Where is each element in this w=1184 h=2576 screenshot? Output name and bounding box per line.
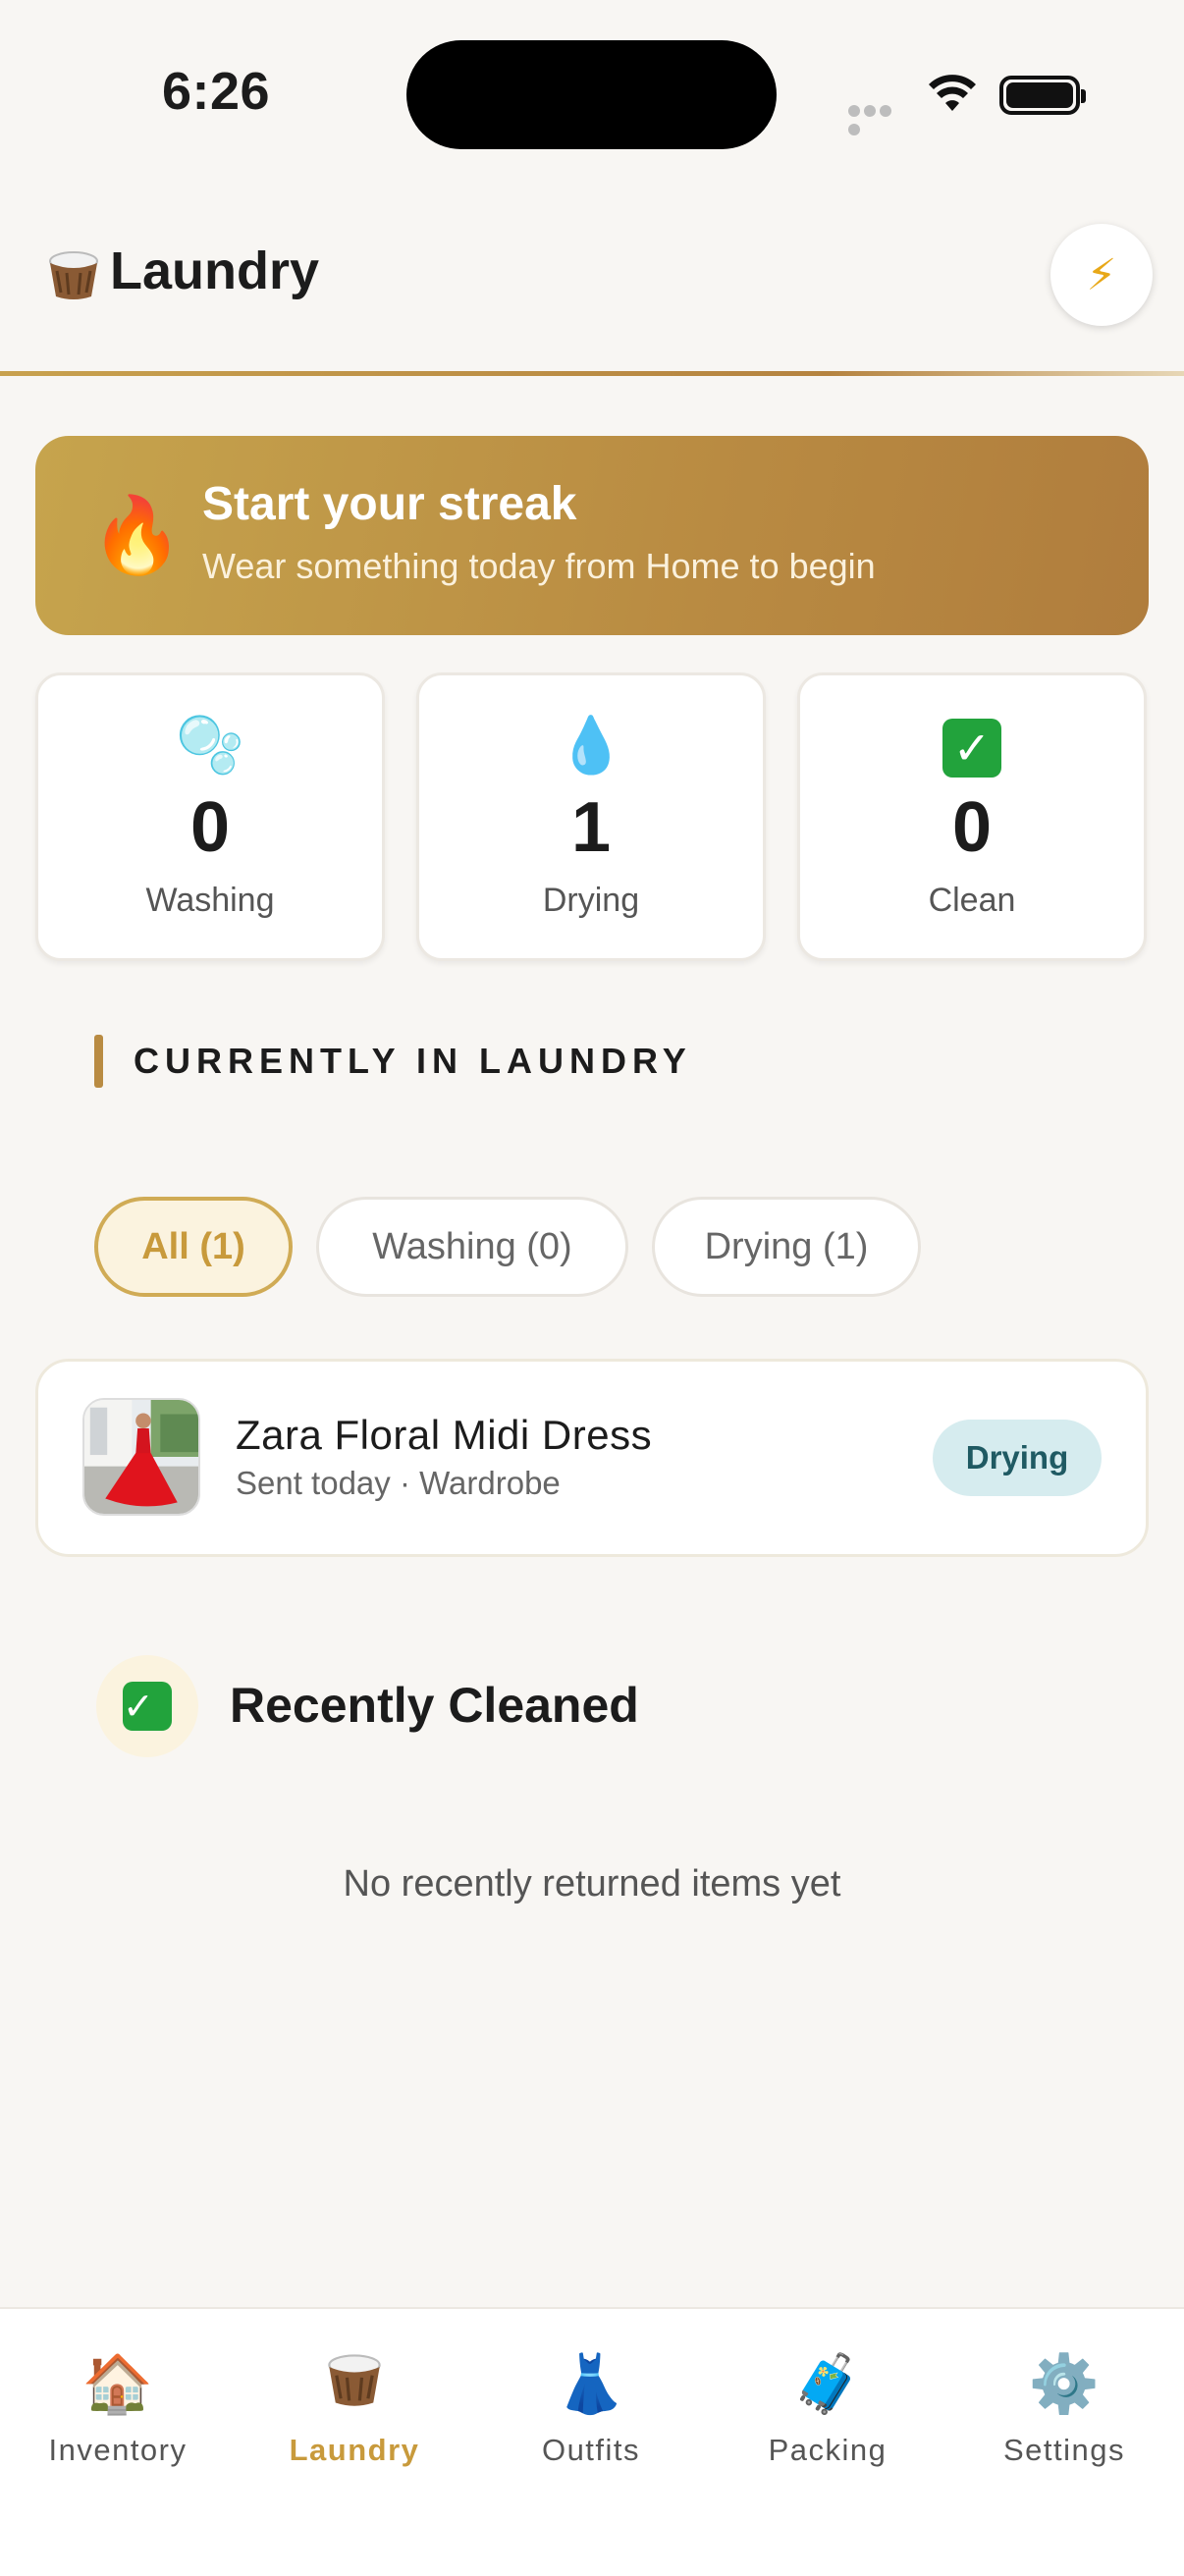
battery-icon: [999, 76, 1086, 115]
filter-chip-drying[interactable]: Drying (1): [652, 1197, 921, 1297]
check-icon: ✓: [123, 1682, 172, 1731]
basket-icon: [328, 2354, 381, 2406]
streak-subtitle: Wear something today from Home to begin: [202, 546, 876, 586]
empty-state-message: No recently returned items yet: [343, 1863, 841, 1905]
status-time: 6:26: [162, 62, 271, 121]
streak-banner[interactable]: [35, 436, 1149, 635]
item-meta: Sent today · Wardrobe: [236, 1465, 561, 1501]
stat-value: 1: [570, 788, 612, 867]
section-title: CURRENTLY IN LAUNDRY: [134, 1041, 692, 1081]
recently-cleaned-icon-wrap: ✓: [96, 1655, 198, 1757]
dynamic-island: [406, 40, 777, 149]
tab-settings[interactable]: ⚙️ Settings: [946, 2350, 1182, 2468]
bubbles-icon: 🫧: [176, 714, 244, 778]
check-icon: ✓: [942, 719, 1001, 778]
wifi-icon: [929, 75, 976, 111]
tab-label: Inventory: [48, 2433, 188, 2467]
house-icon: 🏠: [81, 2350, 154, 2417]
cellular-signal-icon: [848, 102, 907, 135]
stat-label: Drying: [542, 882, 640, 919]
tab-laundry[interactable]: Laundry: [237, 2350, 472, 2468]
stat-value: 0: [189, 788, 231, 867]
section-accent-bar: [94, 1035, 103, 1088]
bolt-icon: ⚡: [1086, 249, 1117, 300]
item-thumbnail: [82, 1398, 200, 1516]
stat-label: Clean: [928, 882, 1016, 919]
filter-chip-all[interactable]: All (1): [94, 1197, 293, 1297]
flame-icon: 🔥: [90, 491, 184, 578]
header-divider: [0, 371, 1184, 376]
recently-cleaned-title: Recently Cleaned: [230, 1678, 639, 1733]
droplet-icon: 💧: [557, 714, 625, 778]
stat-value: 0: [951, 788, 993, 867]
dress-icon: 👗: [555, 2350, 627, 2417]
stat-card-drying[interactable]: 💧 1 Drying: [416, 672, 766, 961]
tab-label: Packing: [768, 2433, 888, 2467]
quick-action-button[interactable]: ⚡: [1050, 224, 1153, 326]
laundry-basket-icon: [49, 251, 98, 299]
stat-card-clean[interactable]: ✓ 0 Clean: [797, 672, 1147, 961]
status-badge: Drying: [933, 1420, 1102, 1496]
stat-label: Washing: [145, 882, 275, 919]
filter-chip-washing[interactable]: Washing (0): [316, 1197, 628, 1297]
tab-inventory[interactable]: 🏠 Inventory: [0, 2350, 236, 2468]
stat-card-washing[interactable]: 🫧 0 Washing: [35, 672, 385, 961]
gear-icon: ⚙️: [1028, 2350, 1101, 2417]
tab-outfits[interactable]: 👗 Outfits: [473, 2350, 709, 2468]
page-title: Laundry: [110, 242, 320, 300]
streak-title: Start your streak: [202, 478, 577, 530]
tab-label: Settings: [1002, 2433, 1125, 2467]
tab-packing[interactable]: 🧳 Packing: [710, 2350, 945, 2468]
item-name: Zara Floral Midi Dress: [236, 1412, 653, 1458]
tab-label: Laundry: [289, 2433, 420, 2467]
tab-label: Outfits: [541, 2433, 641, 2467]
suitcase-icon: 🧳: [791, 2350, 864, 2417]
